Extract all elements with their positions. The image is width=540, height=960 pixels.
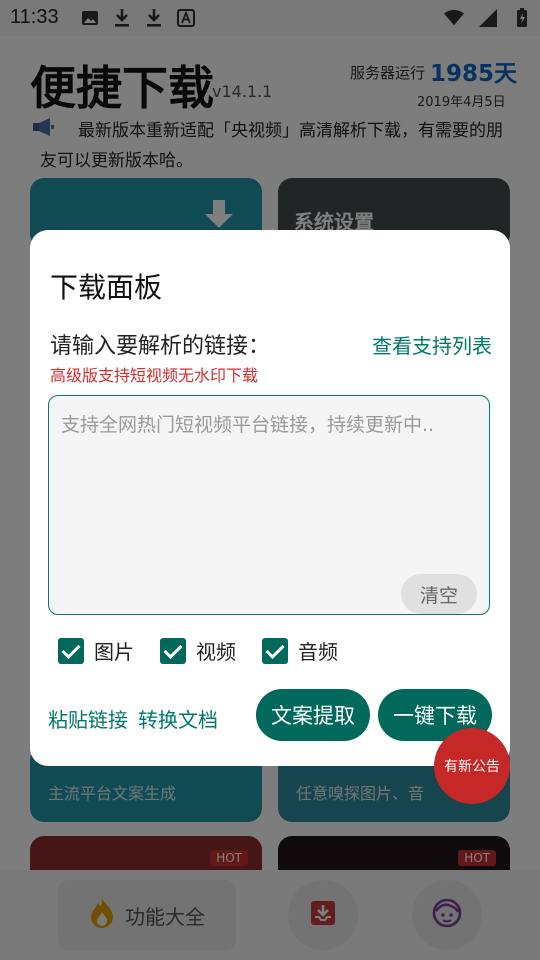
checkbox-images[interactable]: 图片: [58, 636, 134, 665]
checkbox-checked-icon[interactable]: [262, 637, 288, 664]
media-type-options: 图片 视频 音频: [58, 636, 338, 665]
link-input-field[interactable]: 支持全网热门短视频平台链接，持续更新中.. 清空: [48, 395, 490, 615]
extract-copy-button[interactable]: 文案提取: [256, 689, 370, 741]
checkbox-images-label: 图片: [94, 640, 134, 664]
checkbox-video[interactable]: 视频: [160, 636, 236, 665]
premium-note: 高级版支持短视频无水印下载: [50, 366, 259, 385]
secondary-actions: 粘贴链接 转换文档: [48, 704, 218, 733]
convert-document-button[interactable]: 转换文档: [138, 704, 218, 733]
checkbox-audio-label: 音频: [298, 640, 338, 664]
checkbox-checked-icon[interactable]: [58, 637, 84, 664]
new-announcement-label: 有新公告: [444, 759, 500, 775]
paste-link-button[interactable]: 粘贴链接: [48, 704, 128, 733]
link-input-placeholder: 支持全网热门短视频平台链接，持续更新中..: [61, 414, 435, 436]
clear-button[interactable]: 清空: [401, 574, 477, 614]
download-panel-dialog: 下载面板 请输入要解析的链接： 查看支持列表 高级版支持短视频无水印下载 支持全…: [30, 230, 510, 766]
checkbox-checked-icon[interactable]: [160, 637, 186, 664]
new-announcement-button[interactable]: 有新公告: [434, 728, 510, 804]
checkbox-video-label: 视频: [196, 640, 236, 664]
dialog-title: 下载面板: [50, 271, 163, 304]
view-support-list-link[interactable]: 查看支持列表: [372, 330, 492, 359]
checkbox-audio[interactable]: 音频: [262, 636, 338, 665]
link-input-prompt: 请输入要解析的链接：: [50, 334, 271, 359]
